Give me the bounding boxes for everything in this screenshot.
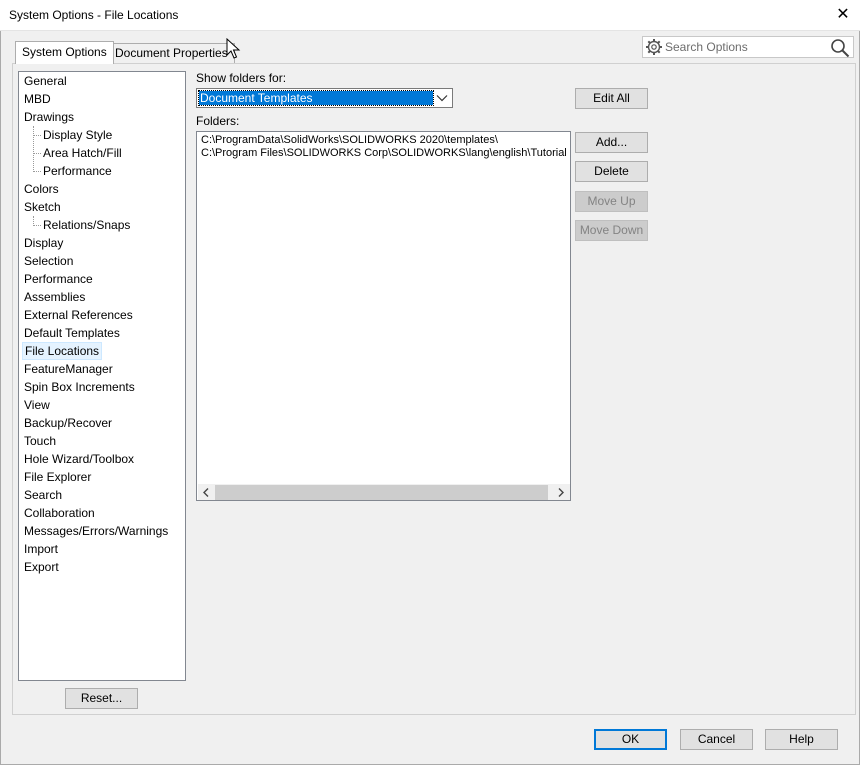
- title-bar: System Options - File Locations ✕: [0, 0, 860, 31]
- tree-connector: [33, 126, 34, 172]
- show-folders-dropdown[interactable]: Document Templates: [196, 88, 453, 108]
- tree-connector: [33, 135, 41, 136]
- tree-item-relations-snaps[interactable]: Relations/Snaps: [43, 216, 130, 234]
- tree-item-mbd[interactable]: MBD: [24, 90, 51, 108]
- tab-label: Document Properties: [115, 46, 228, 60]
- tree-connector: [33, 225, 41, 226]
- show-folders-selected: Document Templates: [198, 90, 434, 106]
- close-icon[interactable]: ✕: [831, 4, 855, 26]
- tree-item-backup-recover[interactable]: Backup/Recover: [24, 414, 112, 432]
- tree-item-export[interactable]: Export: [24, 558, 59, 576]
- tree-item-messages-errors-warnings[interactable]: Messages/Errors/Warnings: [24, 522, 168, 540]
- tab-system-options[interactable]: System Options: [15, 41, 114, 64]
- tree-item-view[interactable]: View: [24, 396, 50, 414]
- tree-item-import[interactable]: Import: [24, 540, 58, 558]
- tree-item-file-locations[interactable]: File Locations: [22, 342, 103, 360]
- tree-item-selection[interactable]: Selection: [24, 252, 73, 270]
- tree-item-search[interactable]: Search: [24, 486, 62, 504]
- tree-connector: [33, 171, 41, 172]
- tree-item-file-explorer[interactable]: File Explorer: [24, 468, 91, 486]
- gear-icon: [646, 39, 662, 55]
- cancel-button[interactable]: Cancel: [680, 729, 753, 750]
- tree-item-collaboration[interactable]: Collaboration: [24, 504, 95, 522]
- reset-button[interactable]: Reset...: [65, 688, 138, 709]
- horizontal-scrollbar[interactable]: [198, 484, 570, 500]
- tab-label: System Options: [22, 45, 107, 59]
- search-icon[interactable]: [830, 38, 850, 58]
- tree-item-sketch[interactable]: Sketch: [24, 198, 61, 216]
- list-item[interactable]: C:\ProgramData\SolidWorks\SOLIDWORKS 202…: [201, 134, 498, 147]
- tree-item-performance[interactable]: Performance: [24, 270, 93, 288]
- folders-list[interactable]: C:\ProgramData\SolidWorks\SOLIDWORKS 202…: [196, 131, 571, 501]
- folders-label: Folders:: [196, 114, 240, 128]
- chevron-right-icon[interactable]: [555, 487, 566, 498]
- tree-item-display[interactable]: Display: [24, 234, 63, 252]
- tab-document-properties[interactable]: Document Properties: [108, 43, 235, 63]
- tree-item-display-style[interactable]: Display Style: [43, 126, 112, 144]
- ok-button[interactable]: OK: [594, 729, 667, 750]
- help-button[interactable]: Help: [765, 729, 838, 750]
- tree-item-spin-box-increments[interactable]: Spin Box Increments: [24, 378, 135, 396]
- tree-item-external-references[interactable]: External References: [24, 306, 133, 324]
- chevron-down-icon: [436, 95, 448, 102]
- window-title: System Options - File Locations: [9, 8, 179, 22]
- tree-item-drawings-performance[interactable]: Performance: [43, 162, 112, 180]
- tree-item-assemblies[interactable]: Assemblies: [24, 288, 85, 306]
- delete-button[interactable]: Delete: [575, 161, 648, 182]
- options-tree[interactable]: General MBD Drawings Display Style Area …: [18, 71, 186, 681]
- scrollbar-thumb[interactable]: [215, 485, 548, 500]
- edit-all-button[interactable]: Edit All: [575, 88, 648, 109]
- add-button[interactable]: Add...: [575, 132, 648, 153]
- move-down-button[interactable]: Move Down: [575, 220, 648, 241]
- tree-item-drawings[interactable]: Drawings: [24, 108, 74, 126]
- tree-item-colors[interactable]: Colors: [24, 180, 59, 198]
- chevron-left-icon[interactable]: [201, 487, 212, 498]
- tree-item-hole-wizard-toolbox[interactable]: Hole Wizard/Toolbox: [24, 450, 134, 468]
- search-box[interactable]: Search Options: [642, 36, 854, 58]
- tree-item-area-hatch-fill[interactable]: Area Hatch/Fill: [43, 144, 122, 162]
- move-up-button[interactable]: Move Up: [575, 191, 648, 212]
- mouse-pointer-icon: [226, 38, 241, 59]
- search-input[interactable]: Search Options: [665, 40, 748, 54]
- tree-item-general[interactable]: General: [24, 72, 67, 90]
- tree-item-touch[interactable]: Touch: [24, 432, 56, 450]
- tree-item-featuremanager[interactable]: FeatureManager: [24, 360, 113, 378]
- show-folders-label: Show folders for:: [196, 71, 287, 85]
- tree-item-default-templates[interactable]: Default Templates: [24, 324, 120, 342]
- tree-connector: [33, 153, 41, 154]
- list-item[interactable]: C:\Program Files\SOLIDWORKS Corp\SOLIDWO…: [201, 147, 567, 160]
